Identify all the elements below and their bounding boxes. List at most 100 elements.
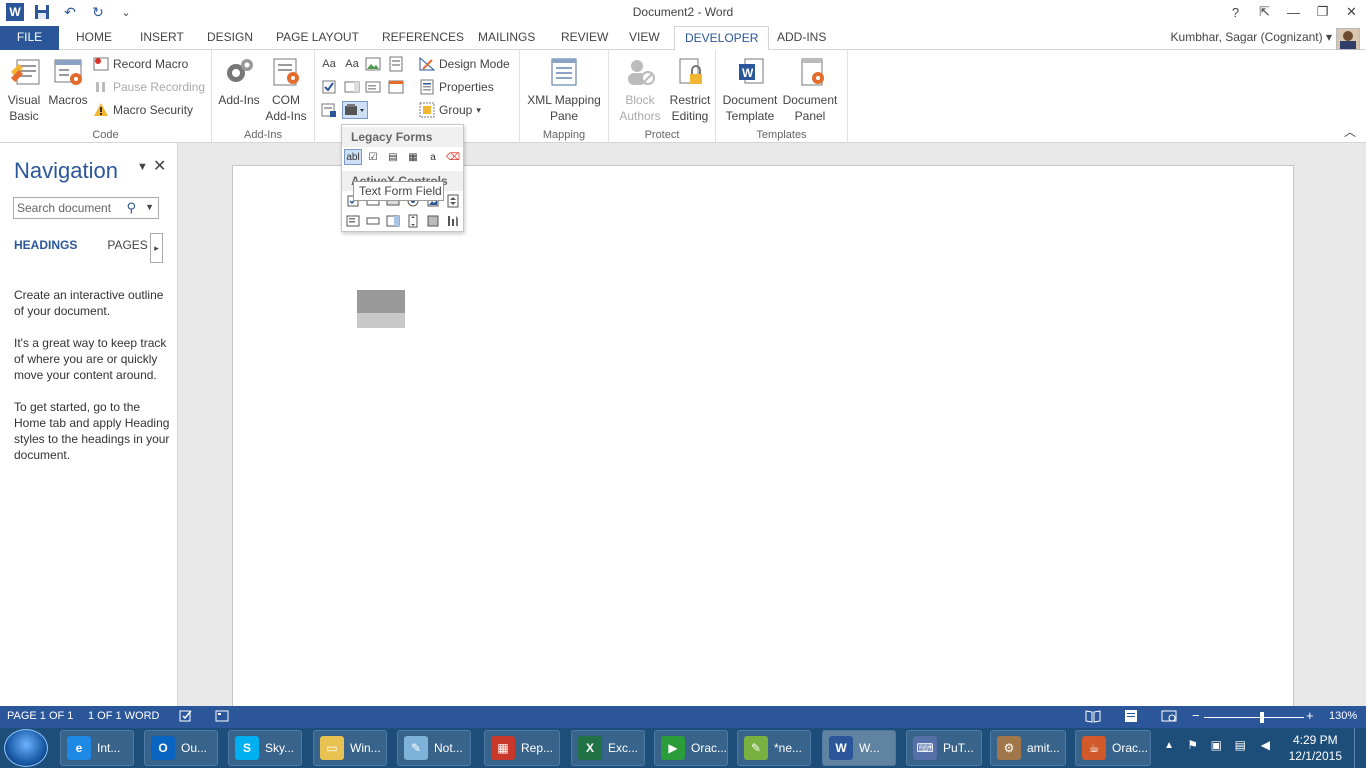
plain-text-control-button[interactable]: Aa (344, 56, 360, 72)
show-hidden-icons-icon[interactable]: ▲ (1164, 740, 1174, 751)
taskbar-item[interactable]: ⌨ PuT... (906, 730, 982, 766)
group-button[interactable]: Group ▾ (419, 102, 481, 118)
page-count[interactable]: PAGE 1 OF 1 (7, 710, 73, 722)
zoom-slider-thumb[interactable] (1260, 712, 1264, 723)
tab-insert[interactable]: INSERT (130, 26, 194, 50)
record-macro-button[interactable]: Record Macro (93, 56, 188, 72)
device-icon[interactable]: ▣ (1211, 738, 1222, 752)
user-name[interactable]: Kumbhar, Sagar (Cognizant) ▾ (1171, 30, 1332, 44)
search-options-chevron-down-icon[interactable]: ▼ (145, 202, 154, 212)
search-icon[interactable]: ⚲ (126, 200, 136, 216)
macro-recording-icon[interactable] (215, 709, 229, 726)
date-picker-control-icon[interactable] (388, 79, 404, 95)
activex-list-box-icon[interactable] (344, 213, 362, 229)
taskbar-item[interactable]: ✎ *ne... (737, 730, 811, 766)
web-layout-icon[interactable] (1161, 709, 1177, 726)
zoom-level[interactable]: 130% (1329, 710, 1357, 722)
print-layout-icon[interactable] (1123, 709, 1139, 726)
proofing-icon[interactable] (179, 709, 193, 726)
text-form-field[interactable] (357, 290, 405, 313)
drop-down-form-field-icon[interactable]: ▤ (384, 149, 402, 165)
pause-recording-button[interactable]: Pause Recording (93, 79, 205, 95)
text-form-field-icon[interactable]: abl (344, 149, 362, 165)
maximize-button[interactable]: ❐ (1308, 0, 1337, 24)
action-center-flag-icon[interactable]: ⚑ (1187, 738, 1198, 752)
combo-box-control-icon[interactable] (344, 79, 360, 95)
legacy-tools-button[interactable] (342, 101, 368, 119)
checkbox-control-icon[interactable] (321, 79, 337, 95)
tab-design[interactable]: DESIGN (197, 26, 263, 50)
clock[interactable]: 4:29 PM 12/1/2015 (1289, 732, 1342, 764)
repeating-section-control-icon[interactable] (321, 102, 337, 118)
document-page[interactable] (232, 165, 1294, 725)
activex-label-icon[interactable] (364, 213, 382, 229)
insert-frame-icon[interactable]: ▦ (404, 149, 422, 165)
picture-control-icon[interactable] (365, 56, 381, 72)
taskbar-item[interactable]: S Sky... (228, 730, 302, 766)
taskbar-item[interactable]: X Exc... (571, 730, 645, 766)
com-add-ins-button[interactable]: COM Add-Ins (264, 56, 308, 124)
macros-button[interactable]: Macros (46, 56, 90, 108)
help-button[interactable]: ? (1221, 0, 1250, 24)
tab-file[interactable]: FILE (0, 26, 59, 50)
drop-down-list-control-icon[interactable] (365, 79, 381, 95)
taskbar-item[interactable]: ▦ Rep... (484, 730, 560, 766)
taskbar-item[interactable]: ✎ Not... (397, 730, 471, 766)
tab-home[interactable]: HOME (66, 26, 122, 50)
activex-combo-box-icon[interactable] (384, 213, 402, 229)
activex-scroll-bar-icon[interactable] (404, 213, 422, 229)
block-authors-button[interactable]: Block Authors (615, 56, 665, 124)
results-tab-chevron-right-icon[interactable]: ▸ (150, 233, 163, 263)
zoom-out-button[interactable]: − (1192, 708, 1200, 723)
close-button[interactable]: ✕ (1337, 0, 1366, 24)
tab-headings[interactable]: HEADINGS (14, 238, 77, 252)
word-count[interactable]: 1 OF 1 WORD (88, 710, 160, 722)
navigation-options-icon[interactable]: ▼ (137, 161, 148, 173)
restrict-editing-button[interactable]: Restrict Editing (667, 56, 713, 124)
network-icon[interactable]: ▤ (1235, 738, 1246, 752)
document-panel-button[interactable]: Document Panel (782, 56, 842, 124)
minimize-button[interactable]: — (1279, 0, 1308, 24)
taskbar-item[interactable]: O Ou... (144, 730, 218, 766)
volume-icon[interactable]: ◀ (1261, 738, 1270, 752)
tab-references[interactable]: REFERENCES (372, 26, 474, 50)
tab-add-ins[interactable]: ADD-INS (767, 26, 836, 50)
document-template-button[interactable]: W Document Template (720, 56, 782, 124)
taskbar-item[interactable]: ▭ Win... (313, 730, 387, 766)
add-ins-button[interactable]: Add-Ins (216, 56, 262, 108)
taskbar-item[interactable]: W W... (822, 730, 896, 766)
xml-mapping-pane-button[interactable]: XML Mapping Pane (524, 56, 604, 124)
ribbon-display-options-button[interactable]: ⇱ (1250, 0, 1279, 24)
close-icon[interactable]: ✕ (153, 156, 166, 176)
zoom-slider[interactable] (1204, 712, 1304, 723)
activex-spin-button-icon[interactable] (444, 193, 462, 209)
search-input[interactable] (14, 198, 122, 218)
reset-form-fields-icon[interactable]: ⌫ (444, 149, 462, 165)
tab-page-layout[interactable]: PAGE LAYOUT (266, 26, 369, 50)
taskbar-item[interactable]: ⚙ amit... (990, 730, 1066, 766)
show-desktop-button[interactable] (1354, 728, 1366, 768)
tab-pages[interactable]: PAGES (107, 238, 147, 252)
zoom-in-button[interactable]: + (1306, 708, 1314, 723)
macro-security-button[interactable]: Macro Security (93, 102, 193, 118)
check-box-form-field-icon[interactable]: ☑ (364, 149, 382, 165)
properties-button[interactable]: Properties (419, 79, 494, 95)
collapse-ribbon-icon[interactable]: ︿ (1344, 123, 1356, 140)
visual-basic-button[interactable]: Visual Basic (4, 56, 46, 124)
taskbar-item[interactable]: e Int... (60, 730, 134, 766)
rich-text-control-button[interactable]: Aa (321, 56, 337, 72)
tab-view[interactable]: VIEW (619, 26, 670, 50)
read-mode-icon[interactable] (1085, 709, 1101, 726)
tab-review[interactable]: REVIEW (551, 26, 618, 50)
taskbar-item[interactable]: ☕ Orac... (1075, 730, 1151, 766)
tab-developer[interactable]: DEVELOPER (674, 26, 770, 51)
taskbar-item[interactable]: ▶ Orac... (654, 730, 728, 766)
design-mode-button[interactable]: Design Mode (419, 56, 510, 72)
more-controls-icon[interactable] (444, 213, 462, 229)
activex-toggle-button-icon[interactable] (424, 213, 442, 229)
form-field-shading-icon[interactable]: a (424, 149, 442, 165)
tab-mailings[interactable]: MAILINGS (468, 26, 545, 50)
building-block-control-icon[interactable] (388, 56, 404, 72)
start-button[interactable] (4, 729, 48, 767)
avatar[interactable] (1336, 28, 1360, 50)
